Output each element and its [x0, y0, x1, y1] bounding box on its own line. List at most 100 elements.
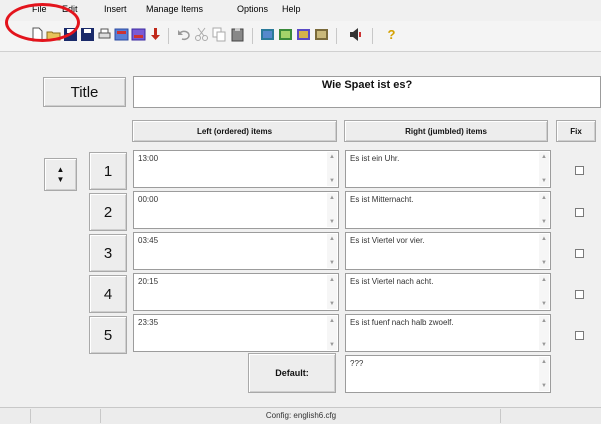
move-row-spinner[interactable]: ▲ ▼: [44, 158, 77, 191]
scroll-up-icon[interactable]: ▲: [329, 195, 335, 201]
right-item-field[interactable]: Es ist Viertel nach acht. ▲ ▼: [345, 273, 551, 311]
scroll-up-icon[interactable]: ▲: [541, 359, 547, 365]
scrollbar[interactable]: ▲ ▼: [539, 316, 549, 350]
left-item-field[interactable]: 00:00 ▲ ▼: [133, 191, 339, 229]
scrollbar[interactable]: ▲ ▼: [539, 357, 549, 391]
scrollbar[interactable]: ▲ ▼: [539, 234, 549, 268]
export-icon[interactable]: [114, 27, 129, 42]
fix-checkbox[interactable]: [575, 290, 584, 299]
scrollbar[interactable]: ▲ ▼: [539, 275, 549, 309]
right-item-field[interactable]: Es ist Mitternacht. ▲ ▼: [345, 191, 551, 229]
left-item-field[interactable]: 23:35 ▲ ▼: [133, 314, 339, 352]
fix-checkbox[interactable]: [575, 166, 584, 175]
game-icon-1[interactable]: [260, 27, 275, 42]
scroll-down-icon[interactable]: ▼: [541, 219, 547, 225]
speaker-icon[interactable]: [348, 27, 363, 42]
right-item-field[interactable]: Es ist Viertel vor vier. ▲ ▼: [345, 232, 551, 270]
row-number-button[interactable]: 3: [89, 234, 127, 272]
print-icon[interactable]: [97, 27, 112, 42]
scroll-up-icon[interactable]: ▲: [329, 154, 335, 160]
title-field[interactable]: Wie Spaet ist es?: [133, 76, 601, 108]
menu-options[interactable]: Options: [237, 4, 268, 14]
status-cell: [30, 409, 101, 423]
scroll-up-icon[interactable]: ▲: [329, 318, 335, 324]
toolbar-separator: [168, 28, 169, 44]
left-item-field[interactable]: 20:15 ▲ ▼: [133, 273, 339, 311]
row-number-button[interactable]: 2: [89, 193, 127, 231]
copy-icon[interactable]: [212, 27, 227, 42]
up-arrow-icon[interactable]: ▲: [57, 165, 65, 175]
scrollbar[interactable]: ▲ ▼: [539, 193, 549, 227]
menu-insert[interactable]: Insert: [104, 4, 127, 14]
row-number-button[interactable]: 1: [89, 152, 127, 190]
scrollbar[interactable]: ▲ ▼: [327, 316, 337, 350]
down-arrow-icon[interactable]: ▼: [57, 175, 65, 185]
left-items-header[interactable]: Left (ordered) items: [132, 120, 337, 142]
right-item-field[interactable]: Es ist ein Uhr. ▲ ▼: [345, 150, 551, 188]
open-folder-icon[interactable]: [46, 27, 61, 42]
game-icon-3[interactable]: [296, 27, 311, 42]
status-bar: Config: english6.cfg: [0, 407, 601, 424]
left-item-text: 20:15: [138, 277, 159, 286]
paste-icon[interactable]: [230, 27, 245, 42]
scroll-down-icon[interactable]: ▼: [541, 301, 547, 307]
scroll-up-icon[interactable]: ▲: [541, 318, 547, 324]
menu-manage-items[interactable]: Manage Items: [146, 4, 203, 14]
scrollbar[interactable]: ▲ ▼: [327, 193, 337, 227]
row-number-button[interactable]: 5: [89, 316, 127, 354]
scrollbar[interactable]: ▲ ▼: [327, 234, 337, 268]
new-document-icon[interactable]: [30, 27, 45, 42]
scroll-up-icon[interactable]: ▲: [329, 277, 335, 283]
scroll-up-icon[interactable]: ▲: [329, 236, 335, 242]
row-number-button[interactable]: 4: [89, 275, 127, 313]
scroll-down-icon[interactable]: ▼: [329, 260, 335, 266]
menu-edit[interactable]: Edit: [62, 4, 78, 14]
left-item-field[interactable]: 13:00 ▲ ▼: [133, 150, 339, 188]
toolbar-separator: [252, 28, 253, 44]
game-icon-2[interactable]: [278, 27, 293, 42]
scroll-up-icon[interactable]: ▲: [541, 154, 547, 160]
left-item-text: 23:35: [138, 318, 159, 327]
cut-icon[interactable]: [194, 27, 209, 42]
fix-checkbox[interactable]: [575, 331, 584, 340]
download-arrow-icon[interactable]: [148, 27, 163, 42]
undo-icon[interactable]: [176, 27, 191, 42]
default-button[interactable]: Default:: [248, 353, 336, 393]
game-icon-4[interactable]: [314, 27, 329, 42]
menu-file[interactable]: File: [32, 4, 47, 14]
scroll-up-icon[interactable]: ▲: [541, 277, 547, 283]
right-item-text: Es ist Viertel vor vier.: [350, 236, 425, 245]
left-item-text: 13:00: [138, 154, 159, 163]
fix-checkbox[interactable]: [575, 208, 584, 217]
scrollbar[interactable]: ▲ ▼: [539, 152, 549, 186]
scroll-down-icon[interactable]: ▼: [541, 342, 547, 348]
menu-bar: File Edit Insert Manage Items Options He…: [0, 0, 601, 22]
menu-help[interactable]: Help: [282, 4, 301, 14]
scroll-up-icon[interactable]: ▲: [541, 236, 547, 242]
help-icon[interactable]: ?: [384, 27, 399, 42]
right-item-field[interactable]: Es ist fuenf nach halb zwoelf. ▲ ▼: [345, 314, 551, 352]
scroll-up-icon[interactable]: ▲: [541, 195, 547, 201]
toolbar-separator: [372, 28, 373, 44]
default-field[interactable]: ??? ▲ ▼: [345, 355, 551, 393]
scroll-down-icon[interactable]: ▼: [329, 301, 335, 307]
scroll-down-icon[interactable]: ▼: [329, 178, 335, 184]
scroll-down-icon[interactable]: ▼: [329, 342, 335, 348]
save-icon[interactable]: [63, 27, 78, 42]
save-as-icon[interactable]: [80, 27, 95, 42]
title-value: Wie Spaet ist es?: [321, 79, 413, 91]
right-item-text: Es ist Viertel nach acht.: [350, 277, 434, 286]
scroll-down-icon[interactable]: ▼: [329, 219, 335, 225]
toolbar-separator: [336, 28, 337, 44]
scroll-down-icon[interactable]: ▼: [541, 383, 547, 389]
scroll-down-icon[interactable]: ▼: [541, 178, 547, 184]
export-alt-icon[interactable]: [131, 27, 146, 42]
title-button[interactable]: Title: [43, 77, 126, 107]
scroll-down-icon[interactable]: ▼: [541, 260, 547, 266]
fix-checkbox[interactable]: [575, 249, 584, 258]
status-config: Config: english6.cfg: [100, 409, 501, 423]
left-item-field[interactable]: 03:45 ▲ ▼: [133, 232, 339, 270]
scrollbar[interactable]: ▲ ▼: [327, 275, 337, 309]
right-items-header[interactable]: Right (jumbled) items: [344, 120, 548, 142]
scrollbar[interactable]: ▲ ▼: [327, 152, 337, 186]
